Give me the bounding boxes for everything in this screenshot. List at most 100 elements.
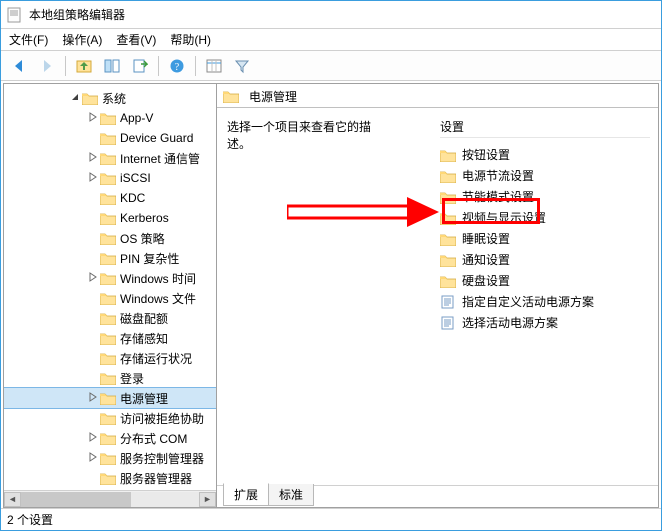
columns-button[interactable]	[202, 54, 226, 78]
tree-item-label: Windows 时间	[120, 270, 196, 287]
tree-horizontal-scrollbar[interactable]: ◄ ►	[4, 490, 216, 507]
scroll-track[interactable]	[21, 492, 199, 507]
content-header: 电源管理	[217, 84, 658, 108]
folder-icon	[440, 232, 456, 246]
caret-icon[interactable]	[86, 452, 100, 465]
tree-item-label: iSCSI	[120, 171, 151, 185]
menu-action[interactable]: 操作(A)	[62, 31, 102, 48]
caret-icon[interactable]	[86, 152, 100, 165]
tree-item[interactable]: PIN 复杂性	[4, 248, 216, 268]
filter-icon	[234, 58, 250, 74]
menu-file[interactable]: 文件(F)	[9, 31, 48, 48]
tree[interactable]: 系统App-V Device Guard Internet 通信管 iSCSI KDCK…	[4, 84, 216, 490]
help-button[interactable]: ?	[165, 54, 189, 78]
caret-icon[interactable]	[68, 92, 82, 105]
tree-item[interactable]: 访问被拒绝协助	[4, 408, 216, 428]
scroll-right-button[interactable]: ►	[199, 492, 216, 507]
folder-icon	[100, 211, 116, 225]
policy-icon	[440, 316, 456, 330]
tree-item[interactable]: Kerberos	[4, 208, 216, 228]
folder-icon	[100, 331, 116, 345]
menubar: 文件(F) 操作(A) 查看(V) 帮助(H)	[1, 29, 661, 51]
tree-item[interactable]: iSCSI	[4, 168, 216, 188]
folder-icon	[440, 169, 456, 183]
folder-icon	[223, 89, 239, 103]
caret-icon[interactable]	[86, 112, 100, 125]
folder-icon	[100, 431, 116, 445]
folder-icon	[100, 471, 116, 485]
tree-item[interactable]: Device Guard	[4, 128, 216, 148]
tree-item[interactable]: 磁盘配额	[4, 308, 216, 328]
tree-item[interactable]: Internet 通信管	[4, 148, 216, 168]
tree-item[interactable]: 服务器管理器	[4, 468, 216, 488]
folder-icon	[100, 371, 116, 385]
tree-item-label: 分布式 COM	[120, 430, 187, 447]
caret-icon[interactable]	[86, 172, 100, 185]
forward-button[interactable]	[35, 54, 59, 78]
tree-item-root[interactable]: 系统	[4, 88, 216, 108]
showhide-button[interactable]	[100, 54, 124, 78]
folder-icon	[100, 311, 116, 325]
tab-extended[interactable]: 扩展	[223, 483, 269, 506]
caret-icon[interactable]	[86, 392, 100, 405]
back-button[interactable]	[7, 54, 31, 78]
export-button[interactable]	[128, 54, 152, 78]
list-item[interactable]: 选择活动电源方案	[440, 312, 650, 333]
menu-view[interactable]: 查看(V)	[116, 31, 156, 48]
svg-text:?: ?	[175, 62, 180, 73]
app-icon	[7, 7, 23, 23]
menu-help[interactable]: 帮助(H)	[170, 31, 211, 48]
show-icon	[104, 58, 120, 74]
tree-item-label: 存储运行状况	[120, 350, 192, 367]
content-title: 电源管理	[249, 88, 297, 105]
list-item-label: 硬盘设置	[462, 272, 510, 289]
tree-item[interactable]: Windows 文件	[4, 288, 216, 308]
export-icon	[132, 58, 148, 74]
tree-item[interactable]: KDC	[4, 188, 216, 208]
folder-icon	[82, 91, 98, 105]
folder-icon	[100, 131, 116, 145]
tree-item-label: PIN 复杂性	[120, 250, 179, 267]
tree-item[interactable]: 服务控制管理器	[4, 448, 216, 468]
list-item[interactable]: 通知设置	[440, 249, 650, 270]
policy-icon	[440, 295, 456, 309]
list-item-label: 按钮设置	[462, 146, 510, 163]
toolbar: ?	[1, 51, 661, 81]
content-pane: 电源管理 选择一个项目来查看它的描述。 设置 按钮设置电源节流设置节能模式设置视…	[217, 83, 659, 508]
forward-icon	[39, 58, 55, 74]
list-item[interactable]: 硬盘设置	[440, 270, 650, 291]
tree-item[interactable]: 电源管理	[4, 388, 216, 408]
filter-button[interactable]	[230, 54, 254, 78]
list-item[interactable]: 电源节流设置	[440, 165, 650, 186]
toolbar-separator	[195, 56, 196, 76]
tree-item-label: Device Guard	[120, 131, 193, 145]
folder-icon	[100, 451, 116, 465]
list-item[interactable]: 睡眠设置	[440, 228, 650, 249]
up-button[interactable]	[72, 54, 96, 78]
settings-list: 按钮设置电源节流设置节能模式设置视频与显示设置睡眠设置通知设置硬盘设置指定自定义…	[440, 144, 650, 333]
list-item[interactable]: 按钮设置	[440, 144, 650, 165]
scroll-left-button[interactable]: ◄	[4, 492, 21, 507]
list-item[interactable]: 指定自定义活动电源方案	[440, 291, 650, 312]
list-item-label: 通知设置	[462, 251, 510, 268]
settings-column-header[interactable]: 设置	[440, 118, 650, 138]
scroll-thumb[interactable]	[21, 492, 131, 507]
tree-item[interactable]: Windows 时间	[4, 268, 216, 288]
tree-item[interactable]: 登录	[4, 368, 216, 388]
tree-item[interactable]: 分布式 COM	[4, 428, 216, 448]
list-item-label: 睡眠设置	[462, 230, 510, 247]
folder-icon	[100, 191, 116, 205]
list-item-label: 指定自定义活动电源方案	[462, 293, 594, 310]
tree-item[interactable]: App-V	[4, 108, 216, 128]
tree-item[interactable]: 存储感知	[4, 328, 216, 348]
tree-item-label: 存储感知	[120, 330, 168, 347]
caret-icon[interactable]	[86, 272, 100, 285]
folder-icon	[100, 351, 116, 365]
tree-item[interactable]: 存储运行状况	[4, 348, 216, 368]
status-text: 2 个设置	[7, 511, 53, 528]
columns-icon	[206, 58, 222, 74]
tab-standard[interactable]: 标准	[268, 484, 314, 506]
tree-item[interactable]: OS 策略	[4, 228, 216, 248]
folder-icon	[100, 291, 116, 305]
caret-icon[interactable]	[86, 432, 100, 445]
